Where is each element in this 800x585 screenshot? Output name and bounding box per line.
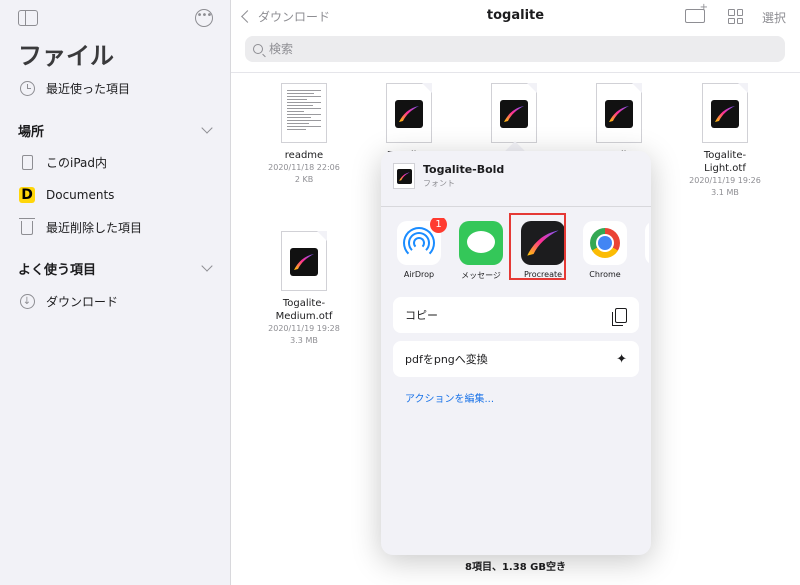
grid-view-icon[interactable] [728, 9, 743, 24]
file-name-line: Togalite- [703, 150, 747, 161]
share-app-more[interactable] [639, 218, 649, 265]
sidebar-section-favorites[interactable]: よく使う項目 [18, 259, 96, 278]
file-date: 2020/11/19 19:28 [268, 324, 340, 333]
share-sheet: Togalite-Bold フォント 1 AirDrop メッセージ Procr… [381, 151, 651, 555]
share-app-procreate[interactable]: Procreate [515, 218, 571, 279]
clock-icon [18, 79, 36, 97]
font-file-thumbnail [281, 231, 327, 291]
procreate-icon [521, 221, 565, 265]
sidebar-item-label: ダウンロード [46, 294, 119, 309]
edit-actions-link[interactable]: アクションを編集... [405, 390, 494, 405]
magic-wand-icon: ✦ [616, 351, 627, 367]
font-file-thumbnail [386, 83, 432, 143]
file-item-font-light[interactable]: Togalite- Light.otf 2020/11/19 19:26 3.1 … [680, 83, 770, 199]
font-file-thumbnail [596, 83, 642, 143]
file-size: 2 KB [294, 175, 314, 184]
sidebar-item-recently-deleted[interactable]: 最近削除した項目 [18, 216, 142, 238]
search-icon [253, 44, 263, 54]
select-button[interactable]: 選択 [762, 9, 786, 26]
more-options-icon[interactable]: ••• [195, 9, 213, 27]
notification-badge: 1 [430, 218, 447, 233]
share-app-messages[interactable]: メッセージ [453, 218, 509, 281]
font-file-thumbnail [702, 83, 748, 143]
file-size: 3.1 MB [711, 188, 739, 197]
sidebar-toggle-icon[interactable] [18, 10, 38, 26]
sidebar-item-downloads[interactable]: ↓ ダウンロード [18, 290, 118, 312]
sidebar: ••• ファイル 最近使った項目 場所 このiPad内 D Documents … [0, 0, 231, 585]
convert-pdf-to-png-action[interactable]: pdfをpngへ変換 ✦ [393, 341, 639, 377]
file-name-line: Togalite- [282, 298, 326, 309]
chrome-icon [583, 221, 627, 265]
copy-icon [612, 307, 627, 326]
download-icon: ↓ [18, 292, 36, 310]
file-size: 3.3 MB [290, 336, 318, 345]
gmail-icon [645, 221, 649, 265]
sidebar-item-on-my-ipad[interactable]: このiPad内 [18, 151, 107, 173]
file-name-line: Medium.otf [275, 311, 333, 322]
share-app-chrome[interactable]: Chrome [577, 218, 633, 279]
chevron-down-icon[interactable] [201, 122, 213, 134]
copy-action[interactable]: コピー [393, 297, 639, 333]
file-item-font-medium[interactable]: Togalite- Medium.otf 2020/11/19 19:28 3.3… [259, 231, 349, 347]
action-label: pdfをpngへ変換 [405, 353, 488, 366]
storage-status: 8項目、1.38 GB空き [465, 562, 566, 573]
search-bar[interactable] [245, 36, 785, 62]
file-item-font-bold[interactable] [469, 83, 559, 143]
ipad-icon [18, 153, 36, 171]
chevron-down-icon[interactable] [201, 260, 213, 272]
action-label: コピー [405, 309, 438, 322]
sidebar-item-documents[interactable]: D Documents [18, 184, 114, 206]
file-name: readme [284, 150, 324, 161]
share-sheet-header: Togalite-Bold フォント [393, 163, 504, 189]
app-label: メッセージ [461, 271, 501, 280]
search-input[interactable] [269, 42, 749, 56]
sidebar-section-locations[interactable]: 場所 [18, 121, 44, 140]
font-file-thumbnail [491, 83, 537, 143]
share-app-airdrop[interactable]: 1 AirDrop [391, 218, 447, 279]
font-file-thumbnail [393, 163, 415, 189]
file-item-readme[interactable]: readme 2020/11/18 22:06 2 KB [259, 83, 349, 186]
sidebar-item-label: Documents [46, 188, 115, 202]
file-date: 2020/11/19 19:26 [689, 176, 761, 185]
sidebar-item-recents[interactable]: 最近使った項目 [18, 77, 130, 99]
shared-file-kind: フォント [423, 179, 455, 188]
sidebar-title: ファイル [18, 42, 114, 70]
file-name: Togalite- Medium.otf [259, 297, 349, 323]
share-apps-row: 1 AirDrop メッセージ Procreate Chrome [391, 218, 649, 288]
shared-file-name: Togalite-Bold [423, 163, 505, 176]
file-date: 2020/11/18 22:06 [268, 163, 340, 172]
messages-icon [459, 221, 503, 265]
file-name: Togalite- Light.otf [680, 149, 770, 175]
folder-title: togalite [486, 8, 545, 23]
sidebar-item-label: 最近使った項目 [46, 81, 131, 96]
app-label: Chrome [589, 270, 621, 279]
new-folder-icon[interactable] [685, 2, 708, 23]
divider [381, 206, 651, 207]
app-label: AirDrop [403, 270, 435, 279]
sidebar-item-label: このiPad内 [46, 155, 108, 170]
documents-app-icon: D [18, 186, 36, 204]
airdrop-icon: 1 [397, 218, 447, 265]
trash-icon [18, 218, 36, 236]
file-name-line: Light.otf [704, 163, 746, 174]
sidebar-item-label: 最近削除した項目 [46, 220, 143, 235]
app-label: Procreate [523, 270, 563, 279]
text-document-thumbnail [281, 83, 327, 143]
divider [231, 72, 800, 73]
